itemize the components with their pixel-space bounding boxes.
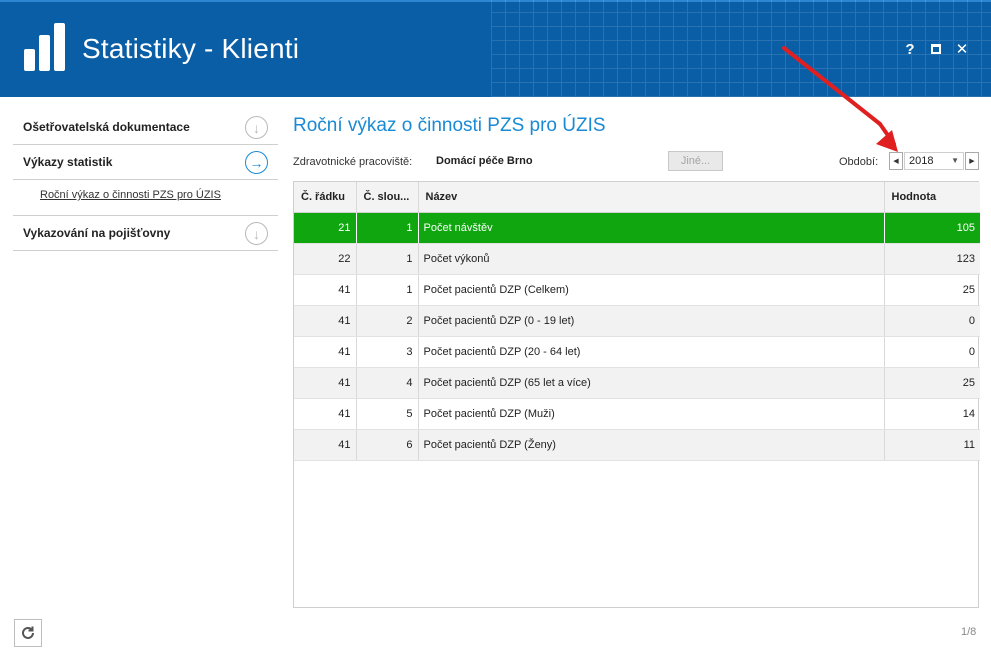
workplace-label: Zdravotnické pracoviště: xyxy=(293,156,413,168)
cell-row-number: 41 xyxy=(294,336,357,368)
cell-column-number: 2 xyxy=(356,305,419,337)
cell-row-number: 41 xyxy=(294,367,357,399)
table-header-row: Č. řádku Č. slou... Název Hodnota xyxy=(294,182,980,213)
page-counter: 1/8 xyxy=(961,626,977,638)
cell-row-number: 41 xyxy=(294,398,357,430)
cell-name: Počet pacientů DZP (0 - 19 let) xyxy=(418,305,885,337)
table-row[interactable]: 41 5 Počet pacientů DZP (Muži) 14 xyxy=(294,398,980,430)
refresh-icon xyxy=(22,626,34,639)
sidebar-item-statistics-reports[interactable]: Výkazy statistik → xyxy=(13,145,278,180)
cell-value: 0 xyxy=(884,336,980,368)
cell-value: 123 xyxy=(884,243,980,275)
statistics-logo-icon xyxy=(24,23,66,71)
table-row[interactable]: 41 6 Počet pacientů DZP (Ženy) 11 xyxy=(294,429,980,461)
cell-row-number: 41 xyxy=(294,274,357,306)
close-button[interactable]: ✕ xyxy=(955,40,969,58)
triangle-right-icon: ▶ xyxy=(969,158,975,165)
maximize-button[interactable] xyxy=(929,40,943,58)
cell-value: 0 xyxy=(884,305,980,337)
cell-row-number: 22 xyxy=(294,243,357,275)
cell-value: 105 xyxy=(884,212,980,244)
cell-column-number: 1 xyxy=(356,274,419,306)
cell-name: Počet pacientů DZP (65 let a více) xyxy=(418,367,885,399)
sidebar-item-nursing-documentation[interactable]: Ošetřovatelská dokumentace ↓ xyxy=(13,110,278,145)
triangle-left-icon: ◀ xyxy=(893,158,899,165)
cell-column-number: 6 xyxy=(356,429,419,461)
sidebar-item-insurance-reporting[interactable]: Vykazování na pojišťovny ↓ xyxy=(13,216,278,251)
cell-value: 14 xyxy=(884,398,980,430)
cell-row-number: 21 xyxy=(294,212,357,244)
column-header-row-number[interactable]: Č. řádku xyxy=(294,182,357,213)
sidebar-item-label: Vykazování na pojišťovny xyxy=(23,226,171,240)
column-header-name[interactable]: Název xyxy=(418,182,885,213)
refresh-button[interactable] xyxy=(14,619,42,647)
cell-name: Počet pacientů DZP (Celkem) xyxy=(418,274,885,306)
cell-value: 11 xyxy=(884,429,980,461)
cell-column-number: 3 xyxy=(356,336,419,368)
cell-column-number: 1 xyxy=(356,243,419,275)
cell-column-number: 1 xyxy=(356,212,419,244)
chevron-down-icon: ▼ xyxy=(951,156,959,165)
cell-name: Počet návštěv xyxy=(418,212,885,244)
arrow-right-circle-icon: → xyxy=(245,151,268,174)
table-row[interactable]: 22 1 Počet výkonů 123 xyxy=(294,243,980,275)
sidebar-item-label: Výkazy statistik xyxy=(23,155,113,169)
column-header-value[interactable]: Hodnota xyxy=(884,182,980,213)
period-next-button[interactable]: ▶ xyxy=(965,152,979,170)
period-prev-button[interactable]: ◀ xyxy=(889,152,903,170)
period-label: Období: xyxy=(839,156,879,168)
table-row[interactable]: 41 3 Počet pacientů DZP (20 - 64 let) 0 xyxy=(294,336,980,368)
cell-name: Počet výkonů xyxy=(418,243,885,275)
sidebar-nav: Ošetřovatelská dokumentace ↓ Výkazy stat… xyxy=(13,110,278,251)
cell-name: Počet pacientů DZP (Muži) xyxy=(418,398,885,430)
table-row[interactable]: 41 2 Počet pacientů DZP (0 - 19 let) 0 xyxy=(294,305,980,337)
sidebar-item-label: Ošetřovatelská dokumentace xyxy=(23,120,190,134)
table-row[interactable]: 41 4 Počet pacientů DZP (65 let a více) 25 xyxy=(294,367,980,399)
help-button[interactable]: ? xyxy=(903,40,917,58)
cell-name: Počet pacientů DZP (Ženy) xyxy=(418,429,885,461)
cell-value: 25 xyxy=(884,367,980,399)
period-select[interactable]: 2018 ▼ xyxy=(904,152,964,170)
column-header-column-number[interactable]: Č. slou... xyxy=(356,182,419,213)
table-row[interactable]: 41 1 Počet pacientů DZP (Celkem) 25 xyxy=(294,274,980,306)
cell-name: Počet pacientů DZP (20 - 64 let) xyxy=(418,336,885,368)
cell-column-number: 5 xyxy=(356,398,419,430)
arrow-down-circle-icon: ↓ xyxy=(245,222,268,245)
workplace-value: Domácí péče Brno xyxy=(436,155,533,167)
cell-row-number: 41 xyxy=(294,305,357,337)
maximize-icon xyxy=(931,44,941,54)
title-bar: Statistiky - Klienti ? ✕ xyxy=(0,0,991,97)
period-value: 2018 xyxy=(909,155,934,167)
cell-column-number: 4 xyxy=(356,367,419,399)
page-title: Roční výkaz o činnosti PZS pro ÚZIS xyxy=(293,115,606,136)
app-window: Statistiky - Klienti ? ✕ Ošetřovatelská … xyxy=(0,0,991,658)
cell-row-number: 41 xyxy=(294,429,357,461)
table-row[interactable]: 21 1 Počet návštěv 105 xyxy=(294,212,980,244)
arrow-down-circle-icon: ↓ xyxy=(245,116,268,139)
other-workplace-button[interactable]: Jiné... xyxy=(668,151,723,171)
report-table: Č. řádku Č. slou... Název Hodnota 21 1 Poč… xyxy=(293,181,980,608)
window-title: Statistiky - Klienti xyxy=(82,33,300,64)
sidebar-subitem-annual-report[interactable]: Roční výkaz o činnosti PZS pro ÚZIS xyxy=(13,180,278,216)
cell-value: 25 xyxy=(884,274,980,306)
window-controls: ? ✕ xyxy=(903,40,969,59)
